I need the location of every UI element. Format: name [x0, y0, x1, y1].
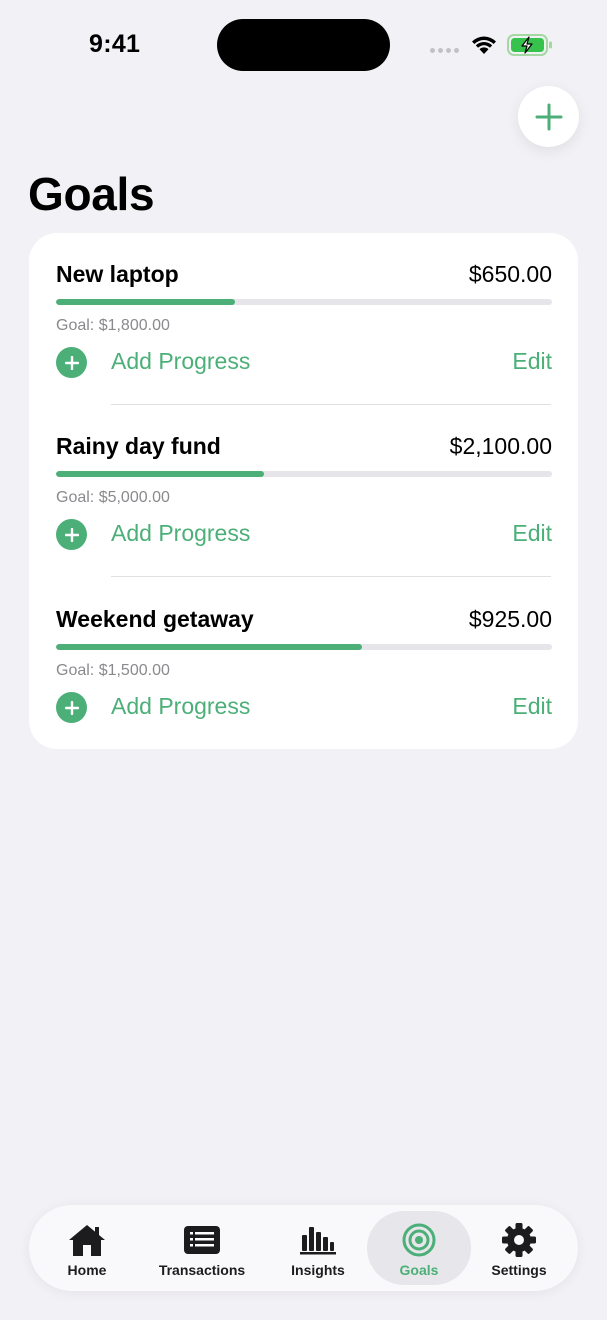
goal-progress-bar — [56, 644, 552, 650]
goal-name: New laptop — [56, 261, 179, 287]
tab-home[interactable]: Home — [57, 1205, 117, 1291]
edit-goal-button[interactable]: Edit — [512, 520, 552, 547]
goal-item: Rainy day fund $2,100.00 Goal: $5,000.00… — [56, 405, 552, 577]
goal-progress-fill — [56, 471, 265, 477]
cellular-signal-icon — [430, 48, 459, 53]
tab-label: Goals — [399, 1262, 439, 1278]
wifi-icon — [472, 36, 496, 54]
page-title: Goals — [28, 168, 155, 220]
goal-saved-amount: $2,100.00 — [449, 433, 552, 459]
add-progress-button[interactable]: Add Progress — [111, 348, 250, 375]
goal-progress-bar — [56, 471, 552, 477]
status-time: 9:41 — [89, 30, 141, 58]
tab-settings[interactable]: Settings — [487, 1205, 551, 1291]
tab-bar: Home Transactions Insights Goals Setting… — [29, 1205, 578, 1291]
house-icon — [69, 1225, 105, 1256]
goal-saved-amount: $650.00 — [468, 261, 552, 287]
goal-progress-bar — [56, 299, 552, 305]
goal-target: Goal: $1,800.00 — [56, 317, 170, 334]
goal-target: Goal: $5,000.00 — [56, 489, 170, 506]
goal-name: Rainy day fund — [56, 433, 221, 459]
edit-goal-button[interactable]: Edit — [512, 693, 552, 720]
plus-icon — [535, 103, 562, 130]
tab-transactions[interactable]: Transactions — [157, 1205, 247, 1291]
bar-chart-icon — [300, 1227, 336, 1255]
list-icon — [184, 1226, 220, 1254]
divider — [111, 576, 551, 577]
goal-target: Goal: $1,500.00 — [56, 662, 170, 679]
gear-icon — [502, 1223, 536, 1257]
add-goal-button[interactable] — [518, 86, 579, 147]
goal-progress-fill — [56, 644, 363, 650]
goal-name: Weekend getaway — [56, 606, 254, 632]
tab-label: Settings — [491, 1262, 547, 1278]
goal-progress-fill — [56, 299, 236, 305]
add-progress-button[interactable]: Add Progress — [111, 693, 250, 720]
status-bar: 9:41 — [0, 0, 607, 90]
goal-item: Weekend getaway $925.00 Goal: $1,500.00 … — [56, 578, 552, 750]
tab-label: Home — [67, 1262, 107, 1278]
add-progress-button[interactable]: Add Progress — [111, 520, 250, 547]
tab-label: Insights — [291, 1262, 345, 1278]
add-progress-icon[interactable] — [56, 692, 87, 723]
add-progress-icon[interactable] — [56, 519, 87, 550]
add-progress-icon[interactable] — [56, 347, 87, 378]
edit-goal-button[interactable]: Edit — [512, 348, 552, 375]
goal-saved-amount: $925.00 — [468, 606, 552, 632]
tab-label: Transactions — [158, 1262, 246, 1278]
battery-icon — [507, 34, 552, 56]
dynamic-island — [217, 19, 390, 71]
tab-insights[interactable]: Insights — [287, 1205, 349, 1291]
tab-goals[interactable]: Goals — [387, 1205, 451, 1291]
goals-card: New laptop $650.00 Goal: $1,800.00 Add P… — [29, 233, 578, 749]
goal-item: New laptop $650.00 Goal: $1,800.00 Add P… — [56, 233, 552, 405]
target-icon — [402, 1223, 436, 1257]
